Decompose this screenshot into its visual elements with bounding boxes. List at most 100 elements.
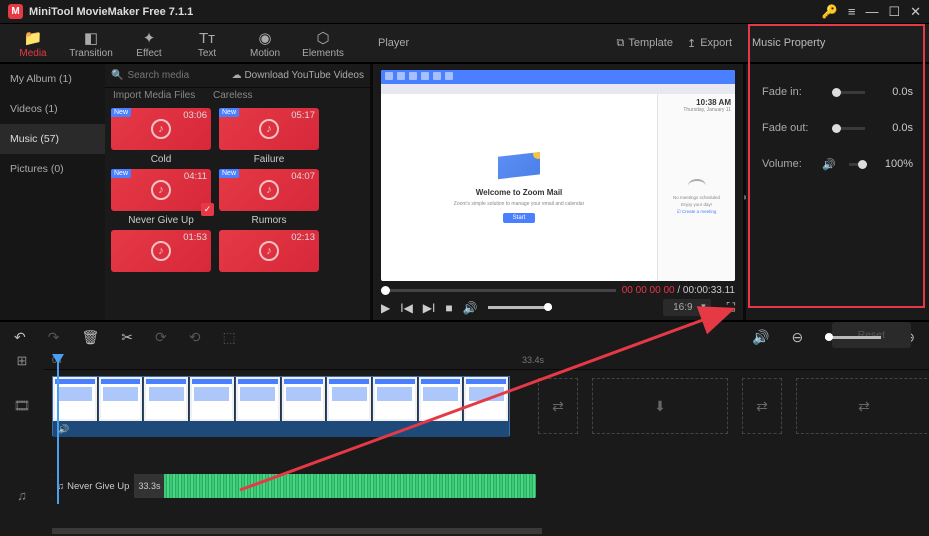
playhead-line — [57, 354, 59, 504]
effect-icon: ✦ — [143, 29, 156, 47]
preview-title: Welcome to Zoom Mail — [476, 188, 563, 197]
new-badge: New — [219, 108, 239, 117]
sidebar-item-pictures[interactable]: Pictures (0) — [0, 154, 105, 184]
license-key-icon[interactable]: 🔑 — [822, 4, 838, 20]
volume-slider-prop[interactable] — [849, 163, 865, 166]
seek-thumb[interactable] — [381, 286, 390, 295]
sidebar-item-my-album[interactable]: My Album (1) — [0, 64, 105, 94]
media-name: Cold — [111, 150, 211, 167]
timeline-tracks[interactable]: 0s 33.4s 🔊 ⇄ ⬇ ⇄ ⇄ ♫Never Give Up 33.3 — [44, 352, 929, 536]
transition-drop[interactable]: ⇄ — [538, 378, 578, 434]
video-track[interactable]: 🔊 ⇄ ⬇ ⇄ ⇄ — [44, 370, 929, 442]
media-item[interactable]: ♪02:13 — [219, 230, 319, 272]
tab-transition[interactable]: ◧Transition — [62, 26, 120, 62]
property-header: Music Property — [740, 24, 929, 62]
import-row: Import Media Files Careless — [105, 88, 370, 106]
audio-track[interactable]: ♫Never Give Up 33.3s — [44, 474, 929, 516]
text-icon: Tᴛ — [199, 30, 215, 47]
mirror-button[interactable]: ⟲ — [189, 329, 201, 346]
time-ruler[interactable]: 0s 33.4s — [44, 352, 929, 370]
checked-icon: ✓ — [201, 203, 214, 216]
timeline: ⊞ 🎞 ♫ 0s 33.4s 🔊 ⇄ ⬇ ⇄ ⇄ — [0, 352, 929, 536]
template-button[interactable]: ⧉Template — [616, 37, 673, 50]
zoom-out-button[interactable]: ⊖ — [792, 329, 804, 346]
volume-icon[interactable]: 🔊 — [463, 301, 478, 315]
delete-button[interactable]: 🗑 — [81, 329, 99, 346]
export-icon: ↥ — [687, 37, 696, 50]
content-area: My Album (1) Videos (1) Music (57) Pictu… — [0, 64, 929, 320]
audio-clip[interactable]: ♫Never Give Up 33.3s — [52, 474, 536, 498]
waveform — [164, 474, 536, 498]
clip-drop-zone[interactable]: ⇄ — [796, 378, 929, 434]
tab-media[interactable]: 📁Media — [4, 26, 62, 62]
volume-icon: 🔊 — [822, 158, 836, 171]
timecode: 00 00 00 00 / 00:00:33.11 — [622, 285, 735, 296]
volume-label: Volume: — [762, 158, 822, 170]
preview-banner — [381, 84, 735, 94]
title-bar: M MiniTool MovieMaker Free 7.1.1 🔑 ≡ — ☐… — [0, 0, 929, 24]
redo-button[interactable]: ↷ — [48, 329, 60, 346]
volume-value: 100% — [875, 158, 913, 170]
window-controls: 🔑 ≡ — ☐ ✕ — [822, 4, 921, 20]
maximize-button[interactable]: ☐ — [888, 4, 900, 20]
sidebar-item-videos[interactable]: Videos (1) — [0, 94, 105, 124]
player-title: Player — [378, 37, 409, 49]
speed-button[interactable]: ⟳ — [155, 329, 167, 346]
crop-button[interactable]: ⬚ — [222, 329, 235, 346]
clip-drop-zone[interactable]: ⬇ — [592, 378, 728, 434]
new-badge: New — [111, 169, 131, 178]
aspect-ratio-select[interactable]: 16:9 — [663, 299, 710, 316]
media-item[interactable]: New♪04:07Rumors — [219, 169, 319, 228]
stop-button[interactable]: ■ — [445, 301, 452, 315]
elements-icon: ⬡ — [316, 29, 329, 47]
media-item[interactable]: New♪03:06Cold — [111, 108, 211, 167]
track-headers: ⊞ 🎞 ♫ — [0, 352, 44, 536]
transition-drop[interactable]: ⇄ — [742, 378, 782, 434]
fade-in-row: Fade in: 0.0s — [762, 74, 913, 110]
media-item[interactable]: ♪01:53 — [111, 230, 211, 272]
add-track-button[interactable]: ⊞ — [0, 352, 44, 370]
video-clip[interactable]: 🔊 — [52, 376, 510, 436]
mute-button[interactable]: 🔊 — [752, 329, 769, 346]
minimize-button[interactable]: — — [865, 4, 878, 19]
fade-in-value: 0.0s — [875, 86, 913, 98]
search-input[interactable]: 🔍Search media — [111, 70, 232, 81]
audio-clip-label: ♫Never Give Up — [52, 474, 134, 498]
export-button[interactable]: ↥Export — [687, 37, 732, 50]
prev-frame-button[interactable]: I◀ — [400, 301, 413, 315]
media-grid[interactable]: New♪03:06Cold New♪05:17Failure New♪04:11… — [105, 106, 370, 320]
main-toolbar: 📁Media ◧Transition ✦Effect TᴛText ◉Motio… — [0, 24, 929, 64]
duration-label: 05:17 — [291, 110, 315, 121]
media-item[interactable]: New♪04:11✓Never Give Up — [111, 169, 211, 228]
library-sidebar: My Album (1) Videos (1) Music (57) Pictu… — [0, 64, 105, 320]
next-frame-button[interactable]: ▶I — [423, 301, 436, 315]
import-media-link[interactable]: Import Media Files — [113, 90, 213, 106]
fullscreen-button[interactable]: ⛶ — [727, 300, 735, 315]
download-youtube-link[interactable]: ☁ Download YouTube Videos — [232, 70, 364, 81]
sidebar-item-music[interactable]: Music (57) — [0, 124, 105, 154]
envelope-icon — [498, 152, 540, 184]
timeline-scrollbar[interactable] — [52, 528, 542, 534]
media-name-heading: Careless — [213, 90, 252, 106]
search-icon: 🔍 — [111, 70, 123, 81]
tab-elements[interactable]: ⬡Elements — [294, 26, 352, 62]
play-button[interactable]: ▶ — [381, 301, 390, 315]
fade-out-slider[interactable] — [832, 127, 865, 130]
app-title: MiniTool MovieMaker Free 7.1.1 — [29, 6, 822, 18]
volume-slider[interactable] — [488, 306, 552, 309]
tab-text[interactable]: TᴛText — [178, 26, 236, 62]
tab-effect[interactable]: ✦Effect — [120, 26, 178, 62]
menu-icon[interactable]: ≡ — [848, 4, 856, 19]
close-button[interactable]: ✕ — [910, 4, 921, 20]
undo-button[interactable]: ↶ — [14, 329, 26, 346]
tab-motion[interactable]: ◉Motion — [236, 26, 294, 62]
media-panel: 🔍Search media ☁ Download YouTube Videos … — [105, 64, 370, 320]
split-button[interactable]: ✂ — [121, 329, 133, 346]
edit-toolbar: ↶ ↷ 🗑 ✂ ⟳ ⟲ ⬚ 🔊 ⊖ ⊕ — [0, 320, 929, 352]
fade-in-slider[interactable] — [832, 91, 865, 94]
seek-bar[interactable]: 00 00 00 00 / 00:00:33.11 — [381, 285, 735, 295]
media-item[interactable]: New♪05:17Failure — [219, 108, 319, 167]
zoom-slider[interactable] — [825, 336, 881, 339]
media-icon: 📁 — [24, 29, 43, 47]
video-preview[interactable]: Welcome to Zoom Mail Zoom's simple solut… — [381, 70, 735, 281]
